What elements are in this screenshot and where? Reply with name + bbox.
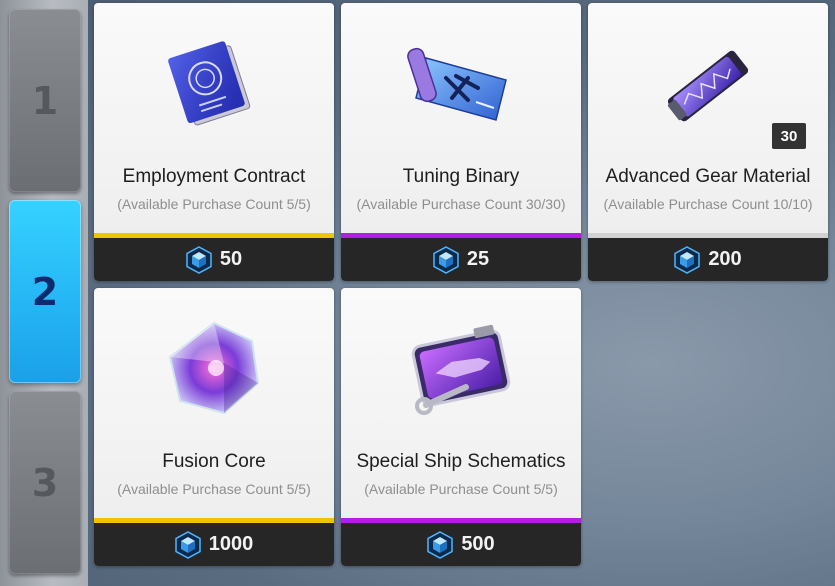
tab-label: 2 xyxy=(31,269,59,314)
tab-2[interactable]: 2 xyxy=(9,200,81,383)
price-button[interactable]: 500 xyxy=(341,523,581,566)
item-art xyxy=(341,288,581,448)
contract-document-icon xyxy=(168,41,251,126)
item-name: Tuning Binary xyxy=(402,166,520,187)
price-button[interactable]: 25 xyxy=(341,238,581,281)
blue-cube-gem-icon xyxy=(674,245,701,274)
blue-cube-gem-icon xyxy=(175,530,201,559)
price-button[interactable]: 200 xyxy=(588,238,828,281)
item-name: Fusion Core xyxy=(162,451,266,472)
item-name: Employment Contract xyxy=(122,166,306,187)
purchase-count: (Available Purchase Count 30/30) xyxy=(356,196,566,212)
tab-rail: 1 2 3 xyxy=(0,0,88,586)
tab-1[interactable]: 1 xyxy=(9,9,81,192)
tab-label: 1 xyxy=(31,78,59,123)
purchase-count: (Available Purchase Count 10/10) xyxy=(603,196,813,212)
blue-cube-gem-icon xyxy=(427,530,454,559)
shop-item-card[interactable]: Special Ship Schematics (Available Purch… xyxy=(341,288,581,566)
item-art xyxy=(94,288,334,448)
price-button[interactable]: 50 xyxy=(94,238,334,281)
crystal-core-icon xyxy=(168,321,260,415)
price-value: 500 xyxy=(461,533,495,555)
blue-cube-gem-icon xyxy=(433,245,459,274)
item-name: Special Ship Schematics xyxy=(356,451,566,472)
gear-material-icon xyxy=(667,50,749,122)
price-value: 200 xyxy=(708,248,742,270)
blue-cube-gem-icon xyxy=(186,245,212,274)
tab-3[interactable]: 3 xyxy=(9,391,81,574)
shop-item-card[interactable]: Fusion Core (Available Purchase Count 5/… xyxy=(94,288,334,566)
price-value: 50 xyxy=(219,248,243,270)
tab-label: 3 xyxy=(31,460,59,505)
price-button[interactable]: 1000 xyxy=(94,523,334,566)
blueprint-scroll-icon xyxy=(407,47,507,121)
price-value: 1000 xyxy=(208,533,254,555)
quantity-badge: 30 xyxy=(772,123,806,149)
purchase-count: (Available Purchase Count 5/5) xyxy=(117,196,311,212)
shop-item-card[interactable]: Tuning Binary (Available Purchase Count … xyxy=(341,3,581,281)
shop-item-card[interactable]: Employment Contract (Available Purchase … xyxy=(94,3,334,281)
ship-schematic-icon xyxy=(411,324,511,415)
purchase-count: (Available Purchase Count 5/5) xyxy=(364,481,558,497)
item-name: Advanced Gear Material xyxy=(605,166,811,187)
shop-item-card[interactable]: 30 Advanced Gear Material (Available Pur… xyxy=(588,3,828,281)
purchase-count: (Available Purchase Count 5/5) xyxy=(117,481,311,497)
item-art xyxy=(341,3,581,163)
price-value: 25 xyxy=(466,248,490,270)
item-art xyxy=(94,3,334,163)
